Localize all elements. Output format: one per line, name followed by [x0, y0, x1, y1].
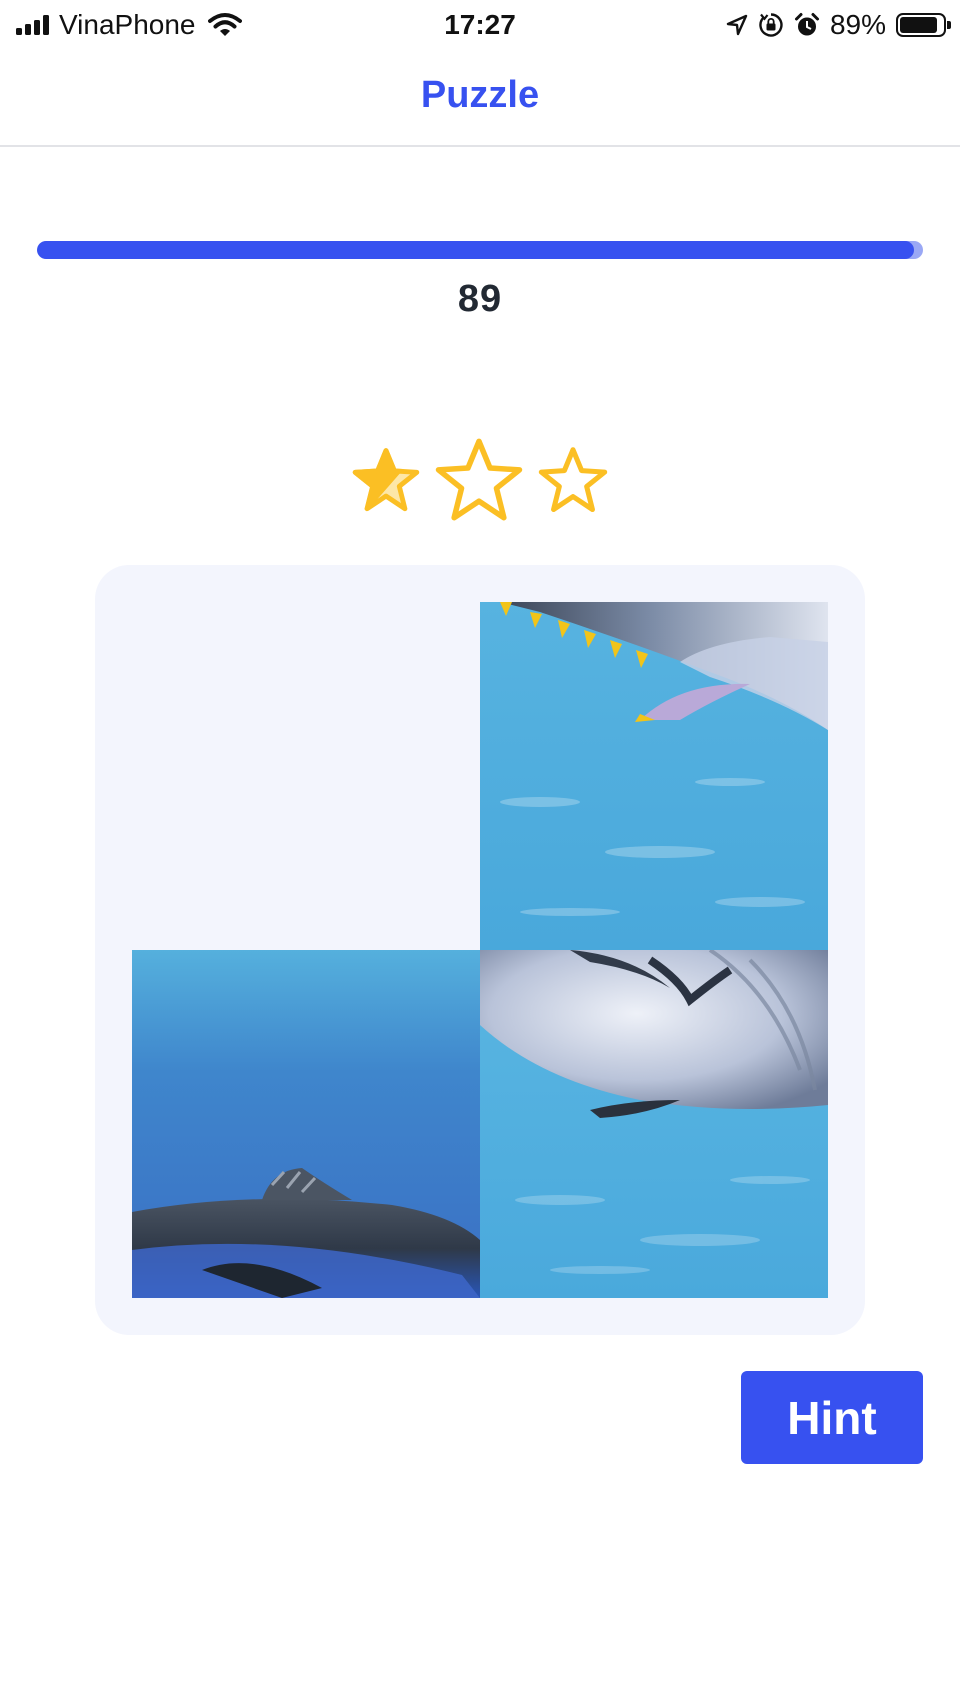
timer-value: 89	[457, 278, 503, 320]
puzzle-empty-slot[interactable]	[132, 602, 480, 950]
battery-percent: 89%	[829, 9, 886, 40]
status-bar: VinaPhone 17:27 89%	[0, 0, 960, 50]
rotation-lock-icon	[759, 13, 783, 37]
star-rating	[0, 430, 960, 530]
marlin-head-image	[480, 950, 828, 1298]
page-title: Puzzle	[420, 74, 540, 116]
star-outline-icon	[538, 447, 608, 513]
star-half-icon	[352, 448, 420, 512]
star-outline-icon	[435, 438, 523, 521]
timer-progress-fill	[37, 241, 915, 259]
puzzle-tile-top-right[interactable]	[480, 602, 828, 950]
puzzle-tile-bottom-right[interactable]	[480, 950, 828, 1298]
puzzle-tile-bottom-left[interactable]	[132, 950, 480, 1298]
navigation-bar: Puzzle	[0, 50, 960, 147]
alarm-icon	[794, 13, 819, 36]
marlin-back-image	[132, 950, 480, 1298]
hint-button[interactable]: Hint	[741, 1371, 923, 1464]
marlin-fin-image	[480, 602, 828, 950]
battery-icon	[896, 13, 951, 37]
puzzle-board	[95, 565, 865, 1335]
status-right: 89%	[726, 6, 951, 44]
location-arrow-icon	[726, 14, 748, 36]
timer-progress-bar	[37, 241, 923, 259]
